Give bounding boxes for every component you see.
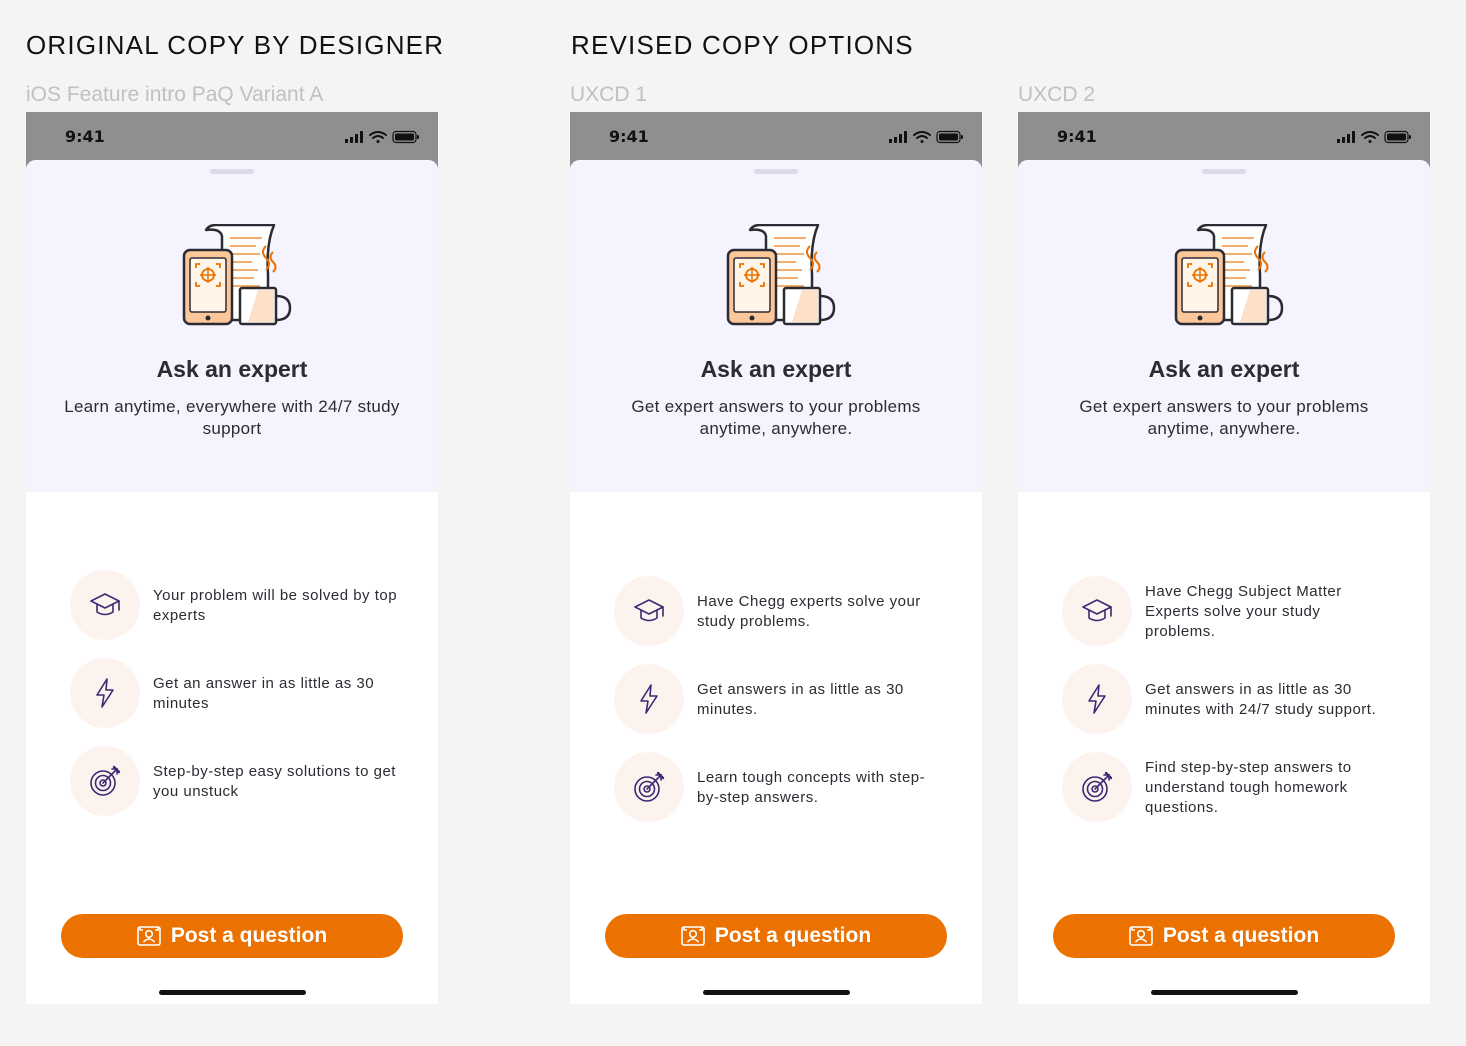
feature-icon-circle <box>1062 576 1132 646</box>
variant-label: UXCD 2 <box>1018 83 1096 106</box>
post-question-label: Post a question <box>1162 924 1320 947</box>
feature-text: Get answers in as little as 30 minutes w… <box>1145 681 1377 718</box>
status-time: 9:41 <box>65 127 105 146</box>
feature-icon-circle <box>614 664 684 734</box>
status-icons <box>1337 130 1411 144</box>
variant-label: UXCD 1 <box>570 83 648 106</box>
battery-icon <box>936 130 963 144</box>
target-icon <box>634 771 665 802</box>
hero-panel: Ask an expert Get expert answers to your… <box>570 160 982 492</box>
feature-icon-circle <box>614 752 684 822</box>
feature-icon-circle <box>70 570 140 640</box>
status-icons <box>345 130 419 144</box>
section-heading-original: ORIGINAL COPY BY DESIGNER <box>26 30 445 60</box>
graduation-cap-icon <box>1082 599 1112 622</box>
status-time: 9:41 <box>609 127 649 146</box>
feature-item: Have Chegg experts solve your study prob… <box>614 576 954 648</box>
hero-panel: Ask an expert Learn anytime, everywhere … <box>26 160 438 492</box>
hero-panel: Ask an expert Get expert answers to your… <box>1018 160 1430 492</box>
feature-item: Learn tough concepts with step-by-step a… <box>614 752 954 824</box>
post-question-icon <box>1129 926 1153 946</box>
hero-title: Ask an expert <box>156 356 308 382</box>
phone-mockup: 9:41 Ask an expert <box>570 112 982 1004</box>
bottom-sheet: Ask an expert Learn anytime, everywhere … <box>26 160 438 1004</box>
home-indicator <box>1151 990 1298 995</box>
battery-icon <box>392 130 419 144</box>
post-question-button[interactable]: Post a question <box>61 914 403 958</box>
phone-mockup: 9:41 Ask an expert <box>1018 112 1430 1004</box>
feature-text: Learn tough concepts with step-by-step a… <box>697 769 926 806</box>
post-question-icon <box>137 926 161 946</box>
variant-label: iOS Feature intro PaQ Variant A <box>26 83 324 106</box>
hero-subtitle: Learn anytime, everywhere with 24/7 stud… <box>64 397 400 438</box>
battery-icon <box>1384 130 1411 144</box>
post-question-label: Post a question <box>714 924 872 947</box>
post-question-button[interactable]: Post a question <box>605 914 947 958</box>
signal-icon <box>345 131 363 143</box>
wifi-icon <box>369 131 387 143</box>
ask-expert-illustration-icon <box>182 224 292 326</box>
feature-item: Get answers in as little as 30 minutes. <box>614 664 954 736</box>
feature-item: Your problem will be solved by top exper… <box>70 570 410 642</box>
post-question-label: Post a question <box>170 924 328 947</box>
sheet-grabber[interactable] <box>1202 169 1246 174</box>
target-icon <box>1082 771 1113 802</box>
feature-text: Get an answer in as little as 30 minutes <box>153 675 375 712</box>
post-question-button[interactable]: Post a question <box>1053 914 1395 958</box>
home-indicator <box>159 990 306 995</box>
feature-text: Have Chegg experts solve your study prob… <box>697 593 921 630</box>
wifi-icon <box>1361 131 1379 143</box>
phone-mockup: 9:41 Ask an expert <box>26 112 438 1004</box>
wifi-icon <box>913 131 931 143</box>
graduation-cap-icon <box>634 599 664 622</box>
hero-subtitle: Get expert answers to your problems anyt… <box>1079 397 1369 438</box>
hero-title: Ask an expert <box>700 356 852 382</box>
feature-text: Get answers in as little as 30 minutes. <box>697 681 904 718</box>
feature-item: Get answers in as little as 30 minutes w… <box>1062 664 1402 736</box>
feature-item: Have Chegg Subject Matter Experts solve … <box>1062 576 1402 648</box>
status-time: 9:41 <box>1057 127 1097 146</box>
post-question-icon <box>681 926 705 946</box>
lightning-bolt-icon <box>640 684 658 714</box>
feature-text: Your problem will be solved by top exper… <box>153 587 398 624</box>
section-heading-revised: REVISED COPY OPTIONS <box>571 30 914 60</box>
ask-expert-illustration-icon <box>1174 224 1284 326</box>
status-icons <box>889 130 963 144</box>
signal-icon <box>889 131 907 143</box>
sheet-grabber[interactable] <box>754 169 798 174</box>
feature-item: Find step-by-step answers to understand … <box>1062 752 1402 824</box>
hero-subtitle: Get expert answers to your problems anyt… <box>631 397 921 438</box>
feature-icon-circle <box>1062 664 1132 734</box>
lightning-bolt-icon <box>96 678 114 708</box>
feature-item: Step-by-step easy solutions to get you u… <box>70 746 410 818</box>
status-bar: 9:41 <box>26 112 438 160</box>
graduation-cap-icon <box>90 593 120 616</box>
feature-icon-circle <box>70 746 140 816</box>
feature-item: Get an answer in as little as 30 minutes <box>70 658 410 730</box>
home-indicator <box>703 990 850 995</box>
feature-icon-circle <box>70 658 140 728</box>
sheet-grabber[interactable] <box>210 169 254 174</box>
feature-icon-circle <box>1062 752 1132 822</box>
bottom-sheet: Ask an expert Get expert answers to your… <box>570 160 982 1004</box>
feature-icon-circle <box>614 576 684 646</box>
status-bar: 9:41 <box>570 112 982 160</box>
status-bar: 9:41 <box>1018 112 1430 160</box>
signal-icon <box>1337 131 1355 143</box>
feature-text: Step-by-step easy solutions to get you u… <box>153 763 396 800</box>
ask-expert-illustration-icon <box>726 224 836 326</box>
hero-title: Ask an expert <box>1148 356 1300 382</box>
feature-text: Find step-by-step answers to understand … <box>1145 759 1352 816</box>
target-icon <box>90 765 121 796</box>
feature-text: Have Chegg Subject Matter Experts solve … <box>1145 583 1342 640</box>
bottom-sheet: Ask an expert Get expert answers to your… <box>1018 160 1430 1004</box>
lightning-bolt-icon <box>1088 684 1106 714</box>
